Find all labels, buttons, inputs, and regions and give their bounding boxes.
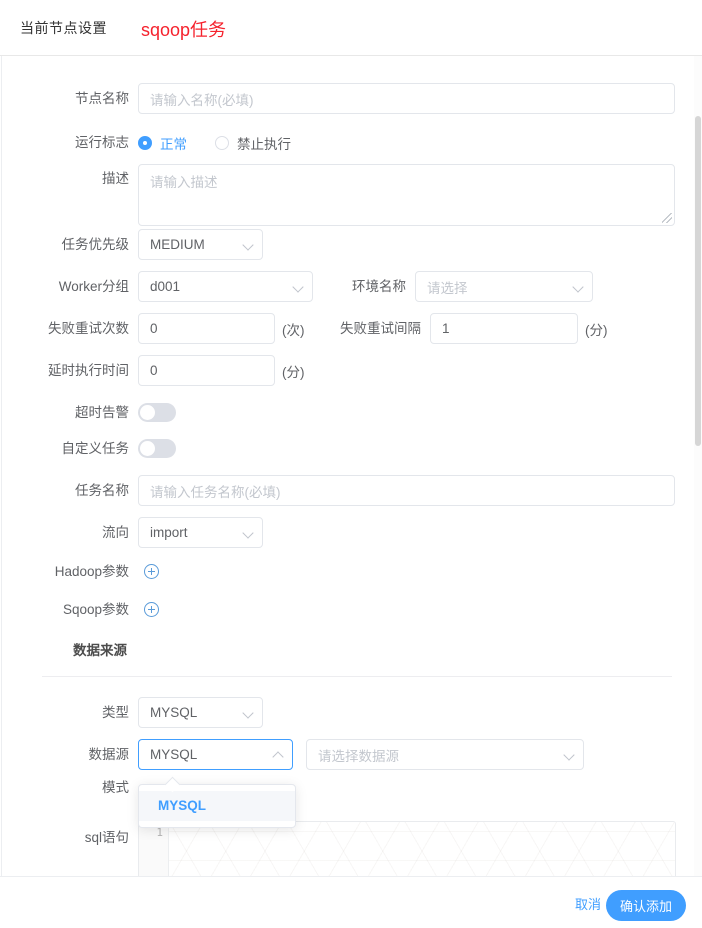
worker-group-select[interactable]: d001: [138, 271, 313, 302]
task-type-label: sqoop任务: [141, 20, 227, 40]
chevron-down-icon: [293, 282, 303, 292]
field-sqoop-params: Sqoop参数: [26, 602, 159, 617]
field-failed-retry-times: 失败重试次数 0 (次): [26, 313, 305, 344]
form-panel: 节点名称 请输入名称(必填) 运行标志 正常 禁止执行 描述 请输入描述 任务优…: [1, 56, 701, 876]
editor-text-area[interactable]: [169, 822, 675, 876]
timeout-alarm-label: 超时告警: [75, 404, 129, 420]
sql-code-editor[interactable]: 1: [138, 821, 676, 876]
page-title: 当前节点设置: [20, 20, 107, 36]
datasource-select[interactable]: MYSQL: [138, 739, 293, 770]
panel-scrollbar-thumb[interactable]: [695, 116, 701, 446]
radio-dot-icon: [138, 136, 152, 150]
datasource-type-select[interactable]: MYSQL: [138, 697, 263, 728]
failed-retry-interval-label: 失败重试间隔: [340, 320, 421, 336]
datasource-instance-select[interactable]: 请选择数据源: [306, 739, 584, 770]
flow-direction-select[interactable]: import: [138, 517, 263, 548]
panel-scrollbar-track[interactable]: [694, 56, 702, 876]
section-divider: [42, 676, 672, 677]
failed-retry-times-input[interactable]: 0: [138, 313, 275, 344]
radio-run-flag-forbidden[interactable]: 禁止执行: [215, 133, 291, 153]
delay-execution-time-input[interactable]: 0: [138, 355, 275, 386]
environment-name-label: 环境名称: [352, 278, 406, 294]
description-label: 描述: [102, 171, 129, 186]
field-delay-execution-time: 延时执行时间 0 (分): [26, 355, 305, 386]
field-worker-group: Worker分组 d001: [26, 271, 313, 302]
flow-direction-value: import: [150, 525, 188, 540]
sqoop-task-dialog: 当前节点设置 sqoop任务 节点名称 请输入名称(必填) 运行标志 正常 禁止…: [0, 0, 702, 928]
description-textarea[interactable]: 请输入描述: [138, 164, 675, 226]
task-name-input[interactable]: 请输入任务名称(必填): [138, 475, 675, 506]
dropdown-arrow-icon: [164, 776, 181, 793]
field-flow-direction: 流向 import: [26, 517, 263, 548]
radio-label: 正常: [160, 137, 187, 152]
radio-run-flag-normal[interactable]: 正常: [138, 133, 187, 153]
description-placeholder: 请输入描述: [150, 175, 218, 190]
chevron-down-icon: [573, 282, 583, 292]
field-node-name: 节点名称 请输入名称(必填): [26, 83, 675, 114]
field-hadoop-params: Hadoop参数: [26, 564, 159, 579]
chevron-down-icon: [564, 750, 574, 760]
task-priority-value: MEDIUM: [150, 237, 205, 252]
field-timeout-alarm: 超时告警: [26, 403, 176, 422]
flow-direction-label: 流向: [102, 524, 129, 540]
datasource-label: 数据源: [88, 746, 130, 762]
field-custom-task: 自定义任务: [26, 439, 176, 458]
datasource-type-label: 类型: [102, 704, 129, 720]
failed-retry-interval-input[interactable]: 1: [430, 313, 578, 344]
chevron-down-icon: [243, 708, 253, 718]
datasource-value: MYSQL: [150, 747, 198, 762]
failed-retry-interval-unit: (分): [585, 322, 608, 338]
chevron-up-icon: [273, 750, 283, 760]
dialog-footer: 取消: [0, 876, 702, 928]
field-failed-retry-interval: 失败重试间隔 1 (分): [320, 313, 608, 344]
dialog-header: 当前节点设置 sqoop任务: [0, 0, 702, 56]
field-datasource: 数据源 MYSQL 请选择数据源: [26, 739, 584, 770]
task-priority-label: 任务优先级: [61, 236, 130, 252]
field-run-flag: 运行标志 正常 禁止执行: [26, 133, 319, 153]
field-datasource-type: 类型 MYSQL: [26, 697, 263, 728]
task-name-label: 任务名称: [75, 482, 129, 498]
failed-retry-times-label: 失败重试次数: [48, 320, 129, 336]
chevron-down-icon: [243, 528, 253, 538]
sql-statement-label: sql语句: [84, 830, 129, 845]
worker-group-value: d001: [150, 279, 181, 294]
datasource-type-value: MYSQL: [150, 705, 198, 720]
editor-gutter: 1: [139, 822, 169, 876]
delay-execution-time-unit: (分): [282, 364, 305, 380]
mode-label: 模式: [102, 780, 129, 795]
node-name-input[interactable]: 请输入名称(必填): [138, 83, 675, 114]
task-priority-select[interactable]: MEDIUM: [138, 229, 263, 260]
dropdown-option-mysql[interactable]: MYSQL: [139, 791, 295, 821]
resize-grip-icon[interactable]: [662, 213, 672, 223]
confirm-add-button[interactable]: 确认添加: [606, 890, 686, 921]
radio-label: 禁止执行: [237, 137, 291, 152]
cancel-button[interactable]: 取消: [575, 894, 601, 913]
failed-retry-times-unit: (次): [282, 322, 305, 338]
delay-execution-time-label: 延时执行时间: [48, 362, 129, 378]
field-mode: 模式: [26, 781, 138, 795]
field-description: 描述 请输入描述: [26, 164, 675, 226]
field-environment-name: 环境名称 请选择: [320, 271, 593, 302]
run-flag-label: 运行标志: [75, 135, 129, 151]
radio-dot-icon: [215, 136, 229, 150]
chevron-down-icon: [243, 240, 253, 250]
sqoop-params-label: Sqoop参数: [62, 601, 129, 617]
field-task-name: 任务名称 请输入任务名称(必填): [26, 475, 675, 506]
custom-task-toggle[interactable]: [138, 439, 176, 458]
data-source-section-title: 数据来源: [73, 643, 127, 658]
plus-circle-icon-hadoop[interactable]: [144, 564, 159, 579]
environment-name-placeholder: 请选择: [427, 280, 468, 296]
hadoop-params-label: Hadoop参数: [54, 563, 129, 579]
timeout-alarm-toggle[interactable]: [138, 403, 176, 422]
datasource-instance-placeholder: 请选择数据源: [318, 748, 399, 764]
custom-task-label: 自定义任务: [61, 440, 130, 456]
worker-group-label: Worker分组: [58, 278, 129, 294]
datasource-dropdown-menu[interactable]: MYSQL: [138, 776, 296, 828]
node-name-label: 节点名称: [75, 90, 129, 106]
field-task-priority: 任务优先级 MEDIUM: [26, 229, 263, 260]
plus-circle-icon-sqoop[interactable]: [144, 602, 159, 617]
environment-name-select[interactable]: 请选择: [415, 271, 593, 302]
field-sql-statement: sql语句: [26, 823, 138, 845]
